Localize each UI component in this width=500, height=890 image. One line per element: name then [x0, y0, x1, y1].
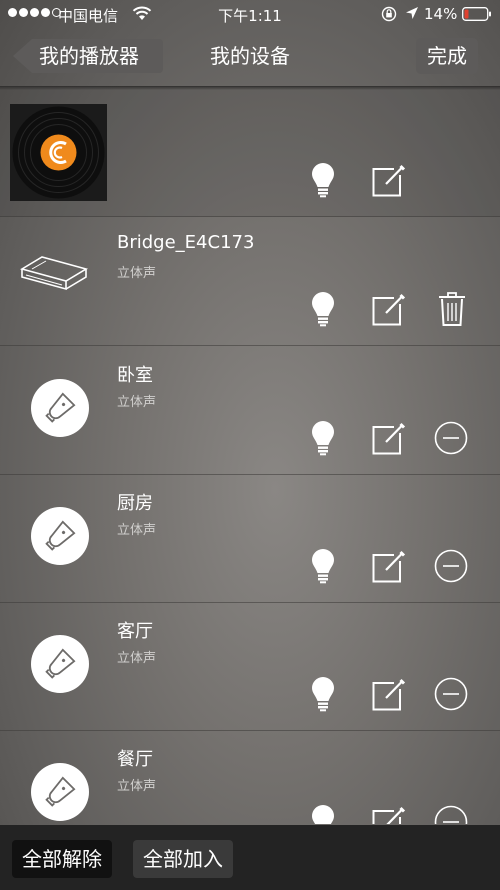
done-button[interactable]: 完成: [416, 38, 478, 74]
device-row-bridge[interactable]: Bridge_E4C173 立体声: [0, 217, 500, 346]
device-name: Bridge_E4C173: [117, 232, 255, 253]
bulb-icon[interactable]: [310, 548, 336, 584]
location-arrow-icon: [406, 7, 418, 19]
back-button[interactable]: 我的播放器: [12, 38, 164, 74]
status-bar: 中国电信 下午1:11 14%: [0, 0, 500, 28]
bulb-icon[interactable]: [310, 676, 336, 712]
add-all-button[interactable]: 全部加入: [133, 840, 233, 878]
device-name: 厨房: [117, 493, 153, 514]
device-row-living-room[interactable]: 客厅 立体声: [0, 602, 500, 731]
battery-icon: [462, 7, 491, 21]
device-subtitle: 立体声: [117, 266, 157, 281]
signal-strength-icon: [8, 8, 61, 17]
device-list[interactable]: Bridge_E4C173 立体声 卧室 立体声 厨房 立体声 客厅 立体声 餐…: [0, 88, 500, 824]
rotation-lock-icon: [381, 6, 397, 22]
release-all-button[interactable]: 全部解除: [12, 840, 112, 878]
speaker-bulb-icon: [31, 507, 89, 565]
edit-icon[interactable]: [372, 421, 406, 455]
bottom-toolbar: 全部解除 全部加入: [0, 825, 500, 890]
record-disc-icon: [10, 104, 107, 201]
device-subtitle: 立体声: [117, 523, 157, 538]
carrier-label: 中国电信: [58, 7, 119, 25]
trash-icon[interactable]: [438, 291, 466, 327]
bulb-icon[interactable]: [310, 804, 336, 824]
edit-icon[interactable]: [372, 292, 406, 326]
bulb-icon[interactable]: [310, 162, 336, 198]
edit-icon[interactable]: [372, 677, 406, 711]
bulb-icon[interactable]: [310, 291, 336, 327]
speaker-bulb-icon: [31, 763, 89, 821]
navigation-bar: 我的播放器 我的设备 完成: [0, 28, 500, 88]
device-name: 卧室: [117, 365, 153, 386]
wifi-icon: [132, 6, 152, 20]
page-title: 我的设备: [210, 44, 290, 68]
remove-icon[interactable]: [434, 421, 468, 455]
device-row-player[interactable]: [0, 88, 500, 217]
back-button-label: 我的播放器: [39, 44, 139, 68]
device-name: 客厅: [117, 621, 153, 642]
speaker-bulb-icon: [31, 635, 89, 693]
device-row-dining-room[interactable]: 餐厅 立体声: [0, 730, 500, 824]
edit-icon[interactable]: [372, 805, 406, 824]
device-row-bedroom[interactable]: 卧室 立体声: [0, 346, 500, 475]
remove-icon[interactable]: [434, 805, 468, 824]
bulb-icon[interactable]: [310, 420, 336, 456]
device-subtitle: 立体声: [117, 779, 157, 794]
remove-icon[interactable]: [434, 549, 468, 583]
device-subtitle: 立体声: [117, 651, 157, 666]
edit-icon[interactable]: [372, 163, 406, 197]
device-row-kitchen[interactable]: 厨房 立体声: [0, 474, 500, 603]
remove-icon[interactable]: [434, 677, 468, 711]
device-subtitle: 立体声: [117, 395, 157, 410]
device-name: 餐厅: [117, 749, 153, 770]
battery-percentage: 14%: [424, 5, 458, 23]
edit-icon[interactable]: [372, 549, 406, 583]
speaker-bulb-icon: [31, 379, 89, 437]
router-icon: [19, 256, 89, 291]
